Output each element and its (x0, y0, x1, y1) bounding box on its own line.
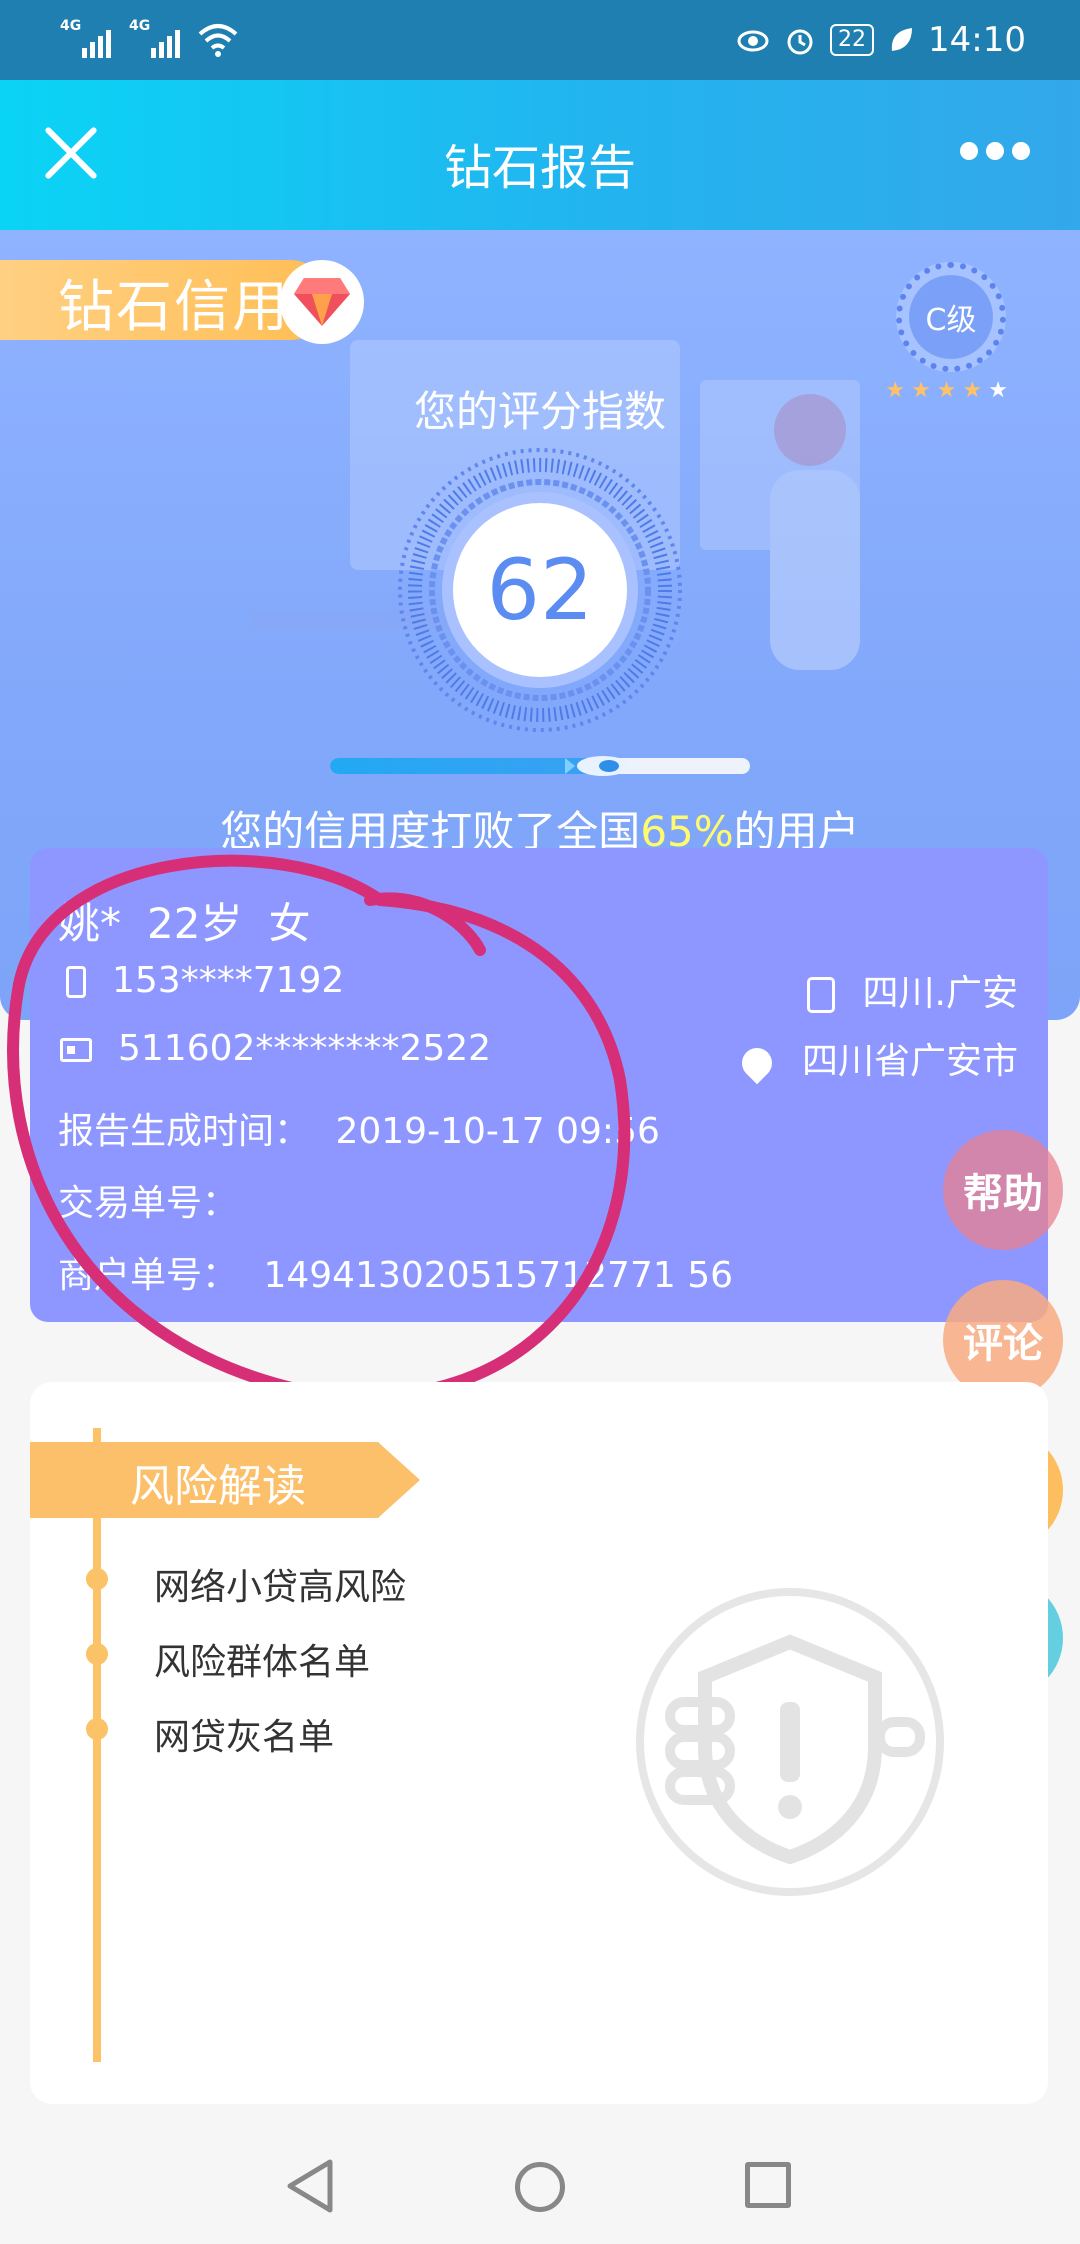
risk-item-text: 风险群体名单 (154, 1642, 371, 1683)
wifi-icon (198, 24, 238, 57)
risk-item-text: 网贷灰名单 (154, 1717, 335, 1758)
risk-card: 风险解读 网络小贷高风险 风险群体名单 网贷灰名单 (30, 1382, 1048, 2104)
merchant-no-value: 149413020515712771 56 (263, 1255, 733, 1296)
trade-no-label: 交易单号： (58, 1183, 239, 1224)
user-identity-row: 姚* 22岁 女 (58, 890, 310, 951)
location-pin-icon (735, 1041, 779, 1085)
phone-icon (66, 966, 86, 998)
rank-progress-bar (330, 758, 750, 774)
alarm-icon (787, 29, 813, 55)
status-bar: 4G 4G 22 14:10 (0, 0, 1080, 80)
recent-square-icon[interactable] (745, 2162, 791, 2208)
score-label: 您的评分指数 (413, 387, 666, 436)
user-gender: 女 (268, 899, 311, 948)
grade-badge: C级 (896, 262, 1006, 372)
rocket-icon (565, 756, 629, 776)
phone-number: 153****7192 (112, 960, 345, 1001)
id-region: 四川省广安市 (801, 1041, 1018, 1082)
rank-progress-fill (330, 758, 603, 774)
power-saving-leaf-icon (891, 28, 913, 51)
network-type-label-2: 4G (129, 18, 151, 34)
signal-icon-2: 4G (129, 18, 180, 58)
user-name: 姚* (58, 899, 122, 948)
phone-region-row: 四川.广安 (806, 964, 1018, 1016)
phone-row: 153****7192 (66, 960, 344, 1001)
merchant-no-label: 商户单号： (58, 1255, 239, 1296)
brand-title: 钻石信用 (58, 275, 290, 340)
network-type-label: 4G (60, 18, 82, 34)
user-info-card: 姚* 22岁 女 153****7192 511602********2522 … (30, 848, 1048, 1322)
back-triangle-icon[interactable] (285, 2158, 335, 2214)
timeline-dot (86, 1568, 108, 1590)
risk-title: 风险解读 (130, 1461, 306, 1512)
report-time-row: 报告生成时间： 2019-10-17 09:56 (58, 1102, 660, 1154)
trade-no-row: 交易单号： (58, 1174, 238, 1226)
phone-region: 四川.广安 (862, 973, 1018, 1014)
id-region-row: 四川省广安市 (735, 1032, 1018, 1085)
id-number: 511602********2522 (118, 1028, 492, 1069)
more-dots-icon[interactable] (960, 142, 1030, 160)
help-button[interactable]: 帮助 (943, 1130, 1063, 1250)
risk-item-text: 网络小贷高风险 (154, 1567, 407, 1608)
signal-icon: 4G (60, 18, 111, 58)
page-title: 钻石报告 (443, 140, 636, 196)
shield-warning-icon (636, 1588, 944, 1896)
battery-level: 22 (830, 24, 875, 56)
score-value: 62 (453, 503, 627, 677)
report-time-value: 2019-10-17 09:56 (335, 1111, 660, 1152)
id-card-icon (60, 1038, 92, 1062)
timeline-dot (86, 1643, 108, 1665)
home-circle-icon[interactable] (515, 2162, 565, 2212)
merchant-no-row: 商户单号： 149413020515712771 56 (58, 1246, 733, 1298)
clock: 14:10 (928, 20, 1026, 60)
report-time-label: 报告生成时间： (58, 1111, 311, 1152)
diamond-icon (280, 260, 364, 344)
user-age: 22岁 (147, 899, 243, 948)
app-bar: 钻石报告 (0, 80, 1080, 230)
sim-location-icon (806, 977, 835, 1013)
id-row: 511602********2522 (60, 1028, 491, 1069)
timeline-dot (86, 1718, 108, 1740)
eye-comfort-icon (737, 30, 769, 52)
system-nav-bar (0, 2130, 1080, 2244)
timeline-line (93, 1428, 101, 2062)
